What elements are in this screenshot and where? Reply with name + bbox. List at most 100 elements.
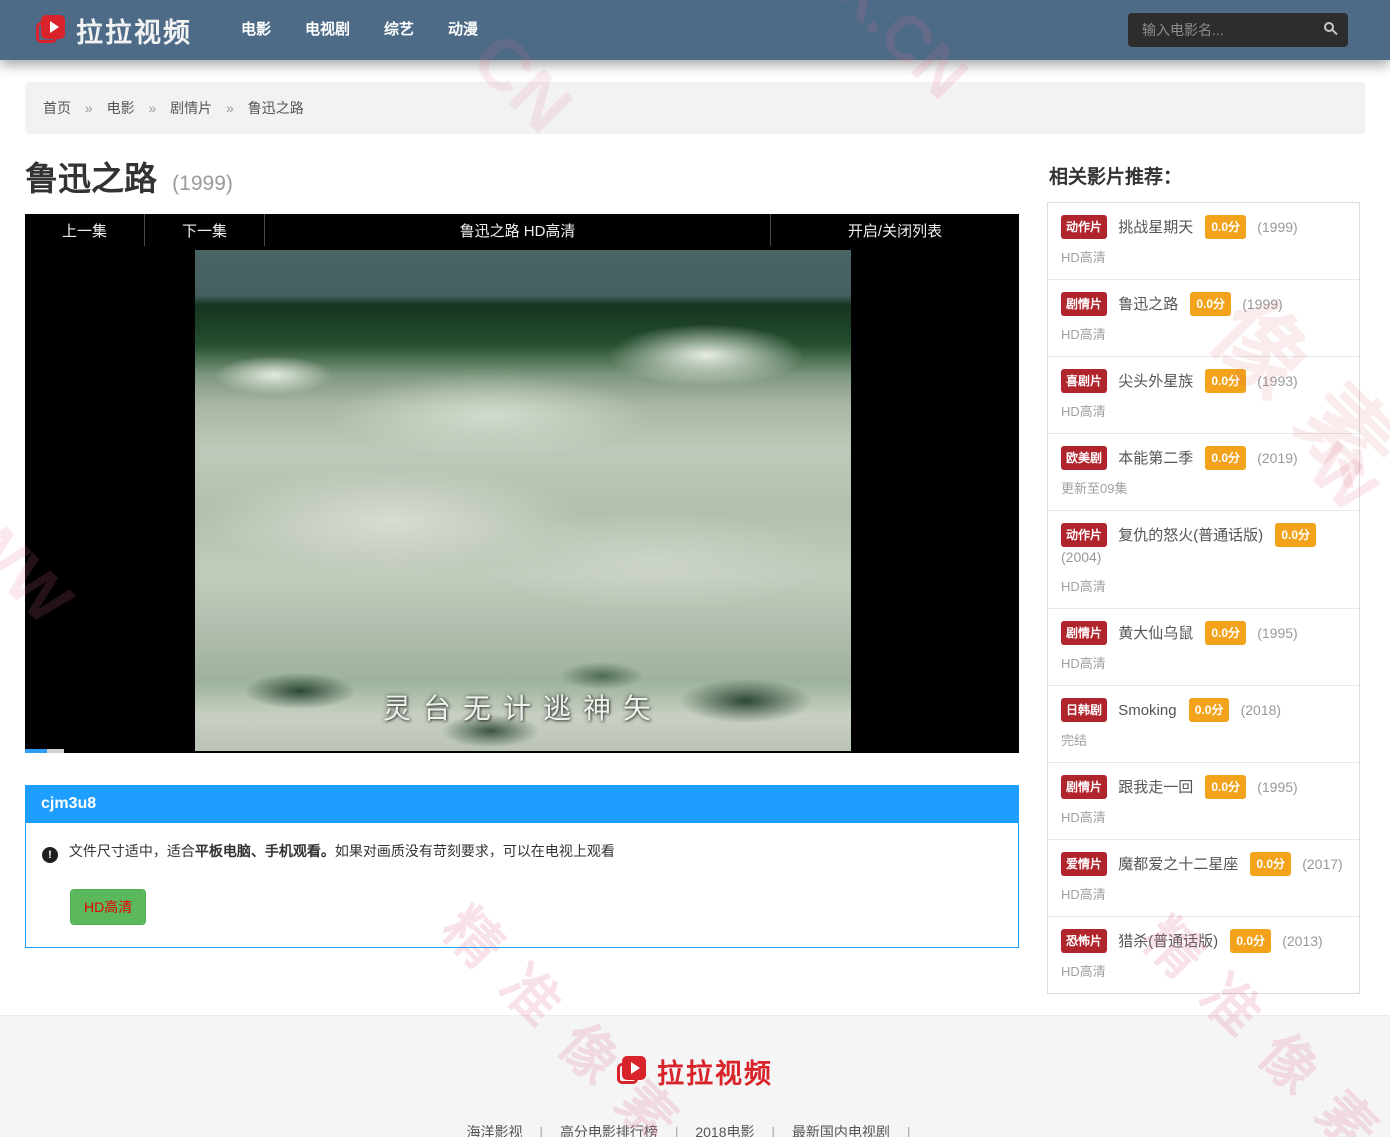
next-episode-button[interactable]: 下一集 <box>145 214 265 246</box>
category-badge: 恐怖片 <box>1061 929 1107 953</box>
recommend-item[interactable]: 日韩剧 Smoking 0.0分 (2018) 完结 <box>1048 686 1359 763</box>
recommend-item-main: 喜剧片 尖头外星族 0.0分 (1993) <box>1061 369 1346 393</box>
recommend-item-main: 爱情片 魔都爱之十二星座 0.0分 (2017) <box>1061 852 1346 876</box>
recommend-item-main: 动作片 挑战星期天 0.0分 (1999) <box>1061 215 1346 239</box>
movie-title-link[interactable]: 本能第二季 <box>1118 450 1193 467</box>
movie-status: 完结 <box>1061 730 1346 749</box>
play-logo-icon <box>617 1056 648 1087</box>
score-badge: 0.0分 <box>1189 698 1230 722</box>
recommend-item-main: 动作片 复仇的怒火(普通话版) 0.0分 (2004) <box>1061 523 1346 568</box>
breadcrumb-separator: » <box>226 100 234 116</box>
movie-status: HD高清 <box>1061 576 1346 595</box>
footer-link[interactable]: 海洋影视 <box>467 1124 523 1137</box>
video-subtitle: 灵台无计逃神矢 <box>195 687 851 727</box>
score-badge: 0.0分 <box>1205 621 1246 645</box>
recommend-item-main: 日韩剧 Smoking 0.0分 (2018) <box>1061 698 1346 722</box>
player-toolbar: 上一集 下一集 鲁迅之路 HD高清 开启/关闭列表 <box>25 214 1019 246</box>
recommend-item[interactable]: 剧情片 鲁迅之路 0.0分 (1999) HD高清 <box>1048 280 1359 357</box>
movie-status: 更新至09集 <box>1061 478 1346 497</box>
score-badge: 0.0分 <box>1275 523 1316 547</box>
now-playing-label: 鲁迅之路 HD高清 <box>265 214 771 246</box>
movie-title-link[interactable]: 猎杀(普通话版) <box>1118 933 1218 950</box>
search-icon[interactable] <box>1324 22 1334 32</box>
recommend-item[interactable]: 爱情片 魔都爱之十二星座 0.0分 (2017) HD高清 <box>1048 840 1359 917</box>
score-badge: 0.0分 <box>1230 929 1271 953</box>
movie-status: HD高清 <box>1061 247 1346 266</box>
recommend-item-main: 恐怖片 猎杀(普通话版) 0.0分 (2013) <box>1061 929 1346 953</box>
movie-title-link[interactable]: 复仇的怒火(普通话版) <box>1118 527 1263 544</box>
category-badge: 欧美剧 <box>1061 446 1107 470</box>
footer-brand-name: 拉拉视频 <box>657 1052 773 1091</box>
recommend-item[interactable]: 动作片 挑战星期天 0.0分 (1999) HD高清 <box>1048 203 1359 280</box>
movie-title-link[interactable]: Smoking <box>1118 702 1176 719</box>
recommend-item[interactable]: 剧情片 黄大仙乌鼠 0.0分 (1995) HD高清 <box>1048 609 1359 686</box>
footer-link-item: 最新国内电视剧 | <box>792 1124 924 1137</box>
note-text-suffix: 如果对画质没有苛刻要求，可以在电视上观看 <box>335 843 615 859</box>
breadcrumb-item: 电影 » <box>107 100 171 116</box>
recommend-item[interactable]: 动作片 复仇的怒火(普通话版) 0.0分 (2004) HD高清 <box>1048 511 1359 609</box>
navbar: 拉拉视频 电影 电视剧 综艺 动漫 <box>0 0 1390 60</box>
movie-year: (1999) <box>1242 296 1282 312</box>
toggle-playlist-button[interactable]: 开启/关闭列表 <box>771 214 1019 246</box>
search-input[interactable] <box>1128 13 1310 47</box>
brand-name: 拉拉视频 <box>76 11 192 50</box>
movie-status: HD高清 <box>1061 807 1346 826</box>
recommend-item-main: 剧情片 跟我走一回 0.0分 (1995) <box>1061 775 1346 799</box>
logo-play-triangle <box>41 15 65 39</box>
category-badge: 喜剧片 <box>1061 369 1107 393</box>
nav-item[interactable]: 电影 <box>224 0 288 60</box>
recommend-item[interactable]: 喜剧片 尖头外星族 0.0分 (1993) HD高清 <box>1048 357 1359 434</box>
footer-link-separator: | <box>771 1124 775 1137</box>
episode-hd-button[interactable]: HD高清 <box>70 889 146 925</box>
nav-item[interactable]: 综艺 <box>367 0 431 60</box>
video-screen[interactable]: 灵台无计逃神矢 <box>25 246 1019 753</box>
nav-item[interactable]: 动漫 <box>431 0 495 60</box>
category-badge: 动作片 <box>1061 215 1107 239</box>
movie-year: (1995) <box>1257 779 1297 795</box>
score-badge: 0.0分 <box>1205 446 1246 470</box>
recommend-item-main: 欧美剧 本能第二季 0.0分 (2019) <box>1061 446 1346 470</box>
movie-title-link[interactable]: 跟我走一回 <box>1118 779 1193 796</box>
breadcrumb-link[interactable]: 电影 <box>107 100 135 116</box>
nav-item[interactable]: 电视剧 <box>288 0 367 60</box>
footer-link[interactable]: 最新国内电视剧 <box>792 1124 890 1137</box>
breadcrumb-link[interactable]: 剧情片 <box>170 100 212 116</box>
movie-status: HD高清 <box>1061 961 1346 980</box>
movie-year: (1999) <box>172 172 233 195</box>
movie-title-link[interactable]: 鲁迅之路 <box>1118 296 1178 313</box>
movie-status: HD高清 <box>1061 653 1346 672</box>
movie-title-link[interactable]: 魔都爱之十二星座 <box>1118 856 1238 873</box>
movie-year: (2004) <box>1061 549 1101 565</box>
movie-status: HD高清 <box>1061 401 1346 420</box>
recommend-item-main: 剧情片 黄大仙乌鼠 0.0分 (1995) <box>1061 621 1346 645</box>
recommend-item[interactable]: 剧情片 跟我走一回 0.0分 (1995) HD高清 <box>1048 763 1359 840</box>
search-box <box>1128 13 1348 47</box>
main-nav: 电影 电视剧 综艺 动漫 <box>224 0 495 60</box>
prev-episode-button[interactable]: 上一集 <box>25 214 145 246</box>
category-badge: 动作片 <box>1061 523 1107 547</box>
recommend-list: 动作片 挑战星期天 0.0分 (1999) HD高清 剧情片 鲁迅之路 0.0分… <box>1047 202 1360 994</box>
breadcrumb-separator: » <box>148 100 156 116</box>
footer-link-separator: | <box>675 1124 679 1137</box>
category-badge: 爱情片 <box>1061 852 1107 876</box>
movie-title-link[interactable]: 挑战星期天 <box>1118 219 1193 236</box>
score-badge: 0.0分 <box>1250 852 1291 876</box>
movie-title-link[interactable]: 黄大仙乌鼠 <box>1118 625 1193 642</box>
source-tab[interactable]: cjm3u8 <box>25 785 1019 823</box>
recommend-item[interactable]: 欧美剧 本能第二季 0.0分 (2019) 更新至09集 <box>1048 434 1359 511</box>
footer-link[interactable]: 2018电影 <box>695 1124 754 1137</box>
footer-logo[interactable]: 拉拉视频 <box>617 1052 773 1091</box>
movie-title-link[interactable]: 尖头外星族 <box>1118 373 1193 390</box>
breadcrumb-link[interactable]: 首页 <box>43 100 71 116</box>
score-badge: 0.0分 <box>1205 215 1246 239</box>
recommend-item[interactable]: 恐怖片 猎杀(普通话版) 0.0分 (2013) HD高清 <box>1048 917 1359 993</box>
breadcrumb-link[interactable]: 鲁迅之路 <box>248 100 304 116</box>
source-note: ! 文件尺寸适中，适合平板电脑、手机观看。如果对画质没有苛刻要求，可以在电视上观… <box>42 841 1002 863</box>
score-badge: 0.0分 <box>1190 292 1231 316</box>
footer-link[interactable]: 高分电影排行榜 <box>560 1124 658 1137</box>
category-badge: 日韩剧 <box>1061 698 1107 722</box>
progress-bar <box>25 749 47 753</box>
brand-logo[interactable]: 拉拉视频 <box>36 11 192 50</box>
play-logo-icon <box>36 15 67 46</box>
page-title: 鲁迅之路 (1999) <box>25 158 1019 205</box>
